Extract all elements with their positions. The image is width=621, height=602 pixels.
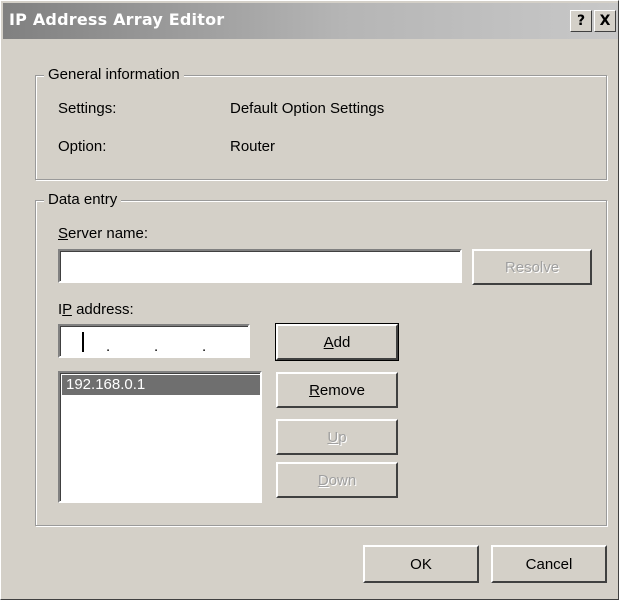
ip-address-array-editor-dialog: IP Address Array Editor ? X General info… <box>0 0 619 600</box>
ip-address-mnemonic: P <box>62 301 72 318</box>
close-button[interactable]: X <box>594 10 616 32</box>
ip-octet-separator: . <box>202 338 207 355</box>
general-information-group: General information Settings: Default Op… <box>35 66 607 180</box>
ok-button[interactable]: OK <box>363 545 479 583</box>
ip-address-label-text: address: <box>71 301 134 318</box>
up-button[interactable]: Up <box>276 419 398 455</box>
settings-label: Settings: <box>58 100 117 117</box>
help-icon: ? <box>576 13 586 29</box>
window-title: IP Address Array Editor <box>9 10 225 29</box>
up-label-text: p <box>338 428 347 446</box>
server-name-label: Server name: <box>58 225 148 242</box>
remove-mnemonic: R <box>309 381 320 399</box>
server-name-input[interactable] <box>58 249 462 283</box>
remove-button[interactable]: Remove <box>276 372 398 408</box>
add-mnemonic: A <box>323 333 334 351</box>
title-bar[interactable]: IP Address Array Editor ? X <box>3 3 618 39</box>
settings-value: Default Option Settings <box>230 100 385 117</box>
data-entry-legend: Data entry <box>44 191 122 208</box>
option-value: Router <box>230 138 276 155</box>
resolve-button[interactable]: Resolve <box>472 249 592 285</box>
ip-address-input[interactable]: . . . <box>58 324 250 358</box>
help-button[interactable]: ? <box>570 10 592 32</box>
close-icon: X <box>599 13 611 29</box>
add-button[interactable]: Add <box>275 323 399 361</box>
option-label: Option: <box>58 138 107 155</box>
ip-octet-separator: . <box>106 338 111 355</box>
cancel-button[interactable]: Cancel <box>491 545 607 583</box>
ip-address-label: IP address: <box>58 301 134 318</box>
down-button[interactable]: Down <box>276 462 398 498</box>
remove-label-text: emove <box>319 381 365 399</box>
ip-octet-separator: . <box>154 338 159 355</box>
server-name-mnemonic: S <box>58 225 69 242</box>
general-information-legend: General information <box>44 66 184 83</box>
ip-address-list[interactable]: 192.168.0.1 <box>58 371 262 503</box>
data-entry-group: Data entry Server name: Resolve IP addre… <box>35 191 607 526</box>
add-label-text: dd <box>333 333 351 351</box>
up-mnemonic: U <box>327 428 339 446</box>
list-item[interactable]: 192.168.0.1 <box>62 375 260 395</box>
server-name-label-text: erver name: <box>68 225 149 242</box>
down-label-text: own <box>328 471 357 489</box>
text-caret <box>82 332 84 352</box>
down-mnemonic: D <box>317 471 329 489</box>
